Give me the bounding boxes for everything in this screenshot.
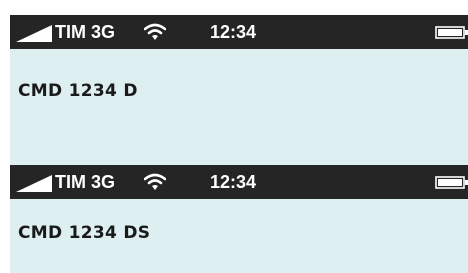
wifi-icon [144,23,166,40]
phone-screen-1: TIM 3G 12:34 CMD 1234 D [10,15,468,165]
clock-label: 12:34 [210,22,257,42]
status-bar: TIM 3G 12:34 [10,165,468,199]
carrier-label: TIM 3G [55,172,116,192]
battery-icon [435,176,468,189]
message-text: CMD 1234 D [18,81,138,101]
carrier-label: TIM 3G [55,22,116,42]
signal-icon [16,25,52,42]
signal-icon [16,175,52,192]
clock-label: 12:34 [210,172,257,192]
message-text: CMD 1234 DS [18,223,151,243]
phone-screen-2: TIM 3G 12:34 CMD 1234 DS [10,165,468,273]
wifi-icon [144,173,166,190]
battery-icon [435,26,468,39]
status-bar: TIM 3G 12:34 [10,15,468,49]
